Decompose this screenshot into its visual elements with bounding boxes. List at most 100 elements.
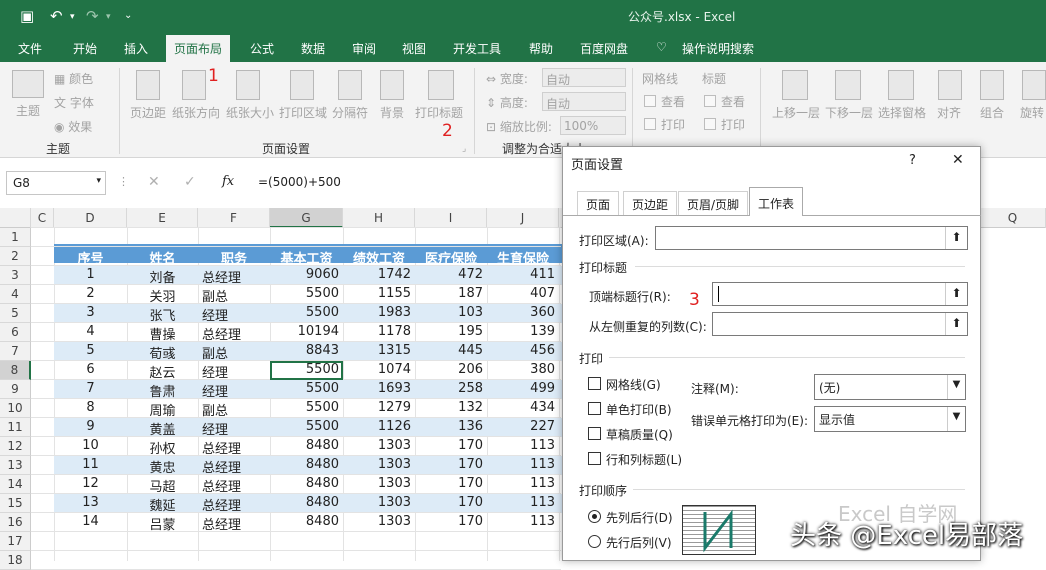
row-header[interactable]: 13 <box>0 456 31 475</box>
tab-help[interactable]: 帮助 <box>529 40 553 57</box>
print-area-button[interactable]: 打印区域 <box>279 104 327 121</box>
table-cell[interactable]: 总经理 <box>198 437 270 457</box>
table-cell[interactable]: 139 <box>487 323 559 342</box>
table-cell[interactable]: 孙权 <box>127 437 198 457</box>
comments-select[interactable]: (无) ▼ <box>814 374 966 400</box>
tab-file[interactable]: 文件 <box>18 40 42 57</box>
table-cell[interactable]: 360 <box>487 304 559 323</box>
collapse-dialog-icon[interactable]: ⬆ <box>945 227 967 249</box>
table-cell[interactable]: 456 <box>487 342 559 361</box>
column-header[interactable]: C <box>31 208 54 228</box>
cell-errors-select[interactable]: 显示值 ▼ <box>814 406 966 432</box>
table-cell[interactable]: 12 <box>54 475 127 494</box>
row-header[interactable]: 3 <box>0 266 31 285</box>
redo-icon[interactable]: ↷ <box>86 7 99 25</box>
tab-home[interactable]: 开始 <box>73 40 97 57</box>
tab-view[interactable]: 视图 <box>402 40 426 57</box>
scale-spinner[interactable]: 100% <box>560 116 626 135</box>
table-cell[interactable]: 关羽 <box>127 285 198 305</box>
breaks-button[interactable]: 分隔符 <box>332 104 368 121</box>
gridlines-print-checkbox[interactable] <box>644 118 656 130</box>
table-cell[interactable]: 张飞 <box>127 304 198 324</box>
table-cell[interactable]: 132 <box>415 399 487 418</box>
table-cell[interactable]: 187 <box>415 285 487 304</box>
row-header[interactable]: 10 <box>0 399 31 418</box>
table-header-cell[interactable]: 生育保险 <box>487 247 559 267</box>
table-cell[interactable]: 227 <box>487 418 559 437</box>
close-button[interactable]: ✕ <box>952 152 964 168</box>
table-cell[interactable]: 经理 <box>198 380 270 400</box>
row-header[interactable]: 11 <box>0 418 31 437</box>
table-cell[interactable]: 8 <box>54 399 127 418</box>
print-titles-button[interactable]: 打印标题 <box>415 104 463 121</box>
table-cell[interactable]: 1303 <box>343 513 415 532</box>
table-cell[interactable]: 499 <box>487 380 559 399</box>
send-backward-button[interactable]: 下移一层 <box>825 104 873 121</box>
headings-print-checkbox[interactable] <box>704 118 716 130</box>
colors-button[interactable]: ▦ 颜色 <box>54 70 93 87</box>
tab-margins[interactable]: 页边距 <box>623 191 678 215</box>
table-cell[interactable]: 8843 <box>270 342 343 361</box>
tab-insert[interactable]: 插入 <box>124 40 148 57</box>
tab-sheet[interactable]: 工作表 <box>749 187 804 216</box>
table-cell[interactable]: 1074 <box>343 361 415 380</box>
table-header-cell[interactable]: 姓名 <box>127 247 198 267</box>
undo-dropdown-icon[interactable]: ▾ <box>70 12 75 22</box>
tab-data[interactable]: 数据 <box>301 40 325 57</box>
tab-developer[interactable]: 开发工具 <box>453 40 501 57</box>
table-cell[interactable]: 9060 <box>270 266 343 285</box>
tab-review[interactable]: 审阅 <box>352 40 376 57</box>
row-header[interactable]: 9 <box>0 380 31 399</box>
column-header[interactable]: J <box>487 208 559 228</box>
table-cell[interactable]: 1742 <box>343 266 415 285</box>
collapse-dialog-icon[interactable]: ⬆ <box>945 283 967 305</box>
row-header[interactable]: 17 <box>0 532 31 551</box>
table-cell[interactable]: 荀彧 <box>127 342 198 362</box>
table-cell[interactable]: 1693 <box>343 380 415 399</box>
cancel-icon[interactable]: ✕ <box>148 174 160 190</box>
themes-icon[interactable] <box>12 70 44 98</box>
table-cell[interactable]: 马超 <box>127 475 198 495</box>
table-cell[interactable]: 3 <box>54 304 127 323</box>
table-header-cell[interactable]: 绩效工资 <box>343 247 415 267</box>
formula-input[interactable]: =(5000)+500 <box>252 171 582 195</box>
column-header[interactable]: Q <box>980 208 1046 228</box>
margins-button[interactable]: 页边距 <box>130 104 166 121</box>
table-cell[interactable]: 1983 <box>343 304 415 323</box>
row-header[interactable]: 12 <box>0 437 31 456</box>
table-cell[interactable]: 曹操 <box>127 323 198 343</box>
rows-to-repeat-input[interactable]: ⬆ <box>712 282 968 306</box>
width-select[interactable]: 自动 <box>542 68 626 87</box>
table-cell[interactable]: 434 <box>487 399 559 418</box>
table-cell[interactable]: 4 <box>54 323 127 342</box>
tab-page[interactable]: 页面 <box>577 191 620 215</box>
table-cell[interactable]: 8480 <box>270 475 343 494</box>
table-cell[interactable]: 刘备 <box>127 266 198 286</box>
table-cell[interactable]: 113 <box>487 456 559 475</box>
table-cell[interactable]: 8480 <box>270 494 343 513</box>
table-cell[interactable]: 136 <box>415 418 487 437</box>
table-cell[interactable]: 8480 <box>270 437 343 456</box>
table-cell[interactable]: 1155 <box>343 285 415 304</box>
table-cell[interactable]: 5500 <box>270 285 343 304</box>
headings-view-checkbox[interactable] <box>704 95 716 107</box>
tell-me-search[interactable]: 操作说明搜索 <box>682 40 754 57</box>
table-cell[interactable]: 总经理 <box>198 513 270 533</box>
down-then-over-radio[interactable] <box>588 510 601 523</box>
themes-button[interactable]: 主题 <box>16 102 40 119</box>
table-cell[interactable]: 8480 <box>270 513 343 532</box>
table-header-cell[interactable]: 职务 <box>198 247 270 267</box>
customize-qat-icon[interactable]: ⌄ <box>124 10 132 21</box>
table-cell[interactable]: 170 <box>415 456 487 475</box>
bring-forward-button[interactable]: 上移一层 <box>772 104 820 121</box>
table-cell[interactable]: 411 <box>487 266 559 285</box>
table-cell[interactable]: 113 <box>487 494 559 513</box>
row-header[interactable]: 1 <box>0 228 31 247</box>
active-cell[interactable]: 5500 <box>270 361 343 380</box>
insert-function-button[interactable]: fx <box>222 174 234 189</box>
column-header[interactable]: G <box>270 208 343 228</box>
table-cell[interactable]: 总经理 <box>198 475 270 495</box>
table-cell[interactable]: 经理 <box>198 418 270 438</box>
table-header-cell[interactable]: 基本工资 <box>270 247 343 267</box>
table-cell[interactable]: 170 <box>415 475 487 494</box>
